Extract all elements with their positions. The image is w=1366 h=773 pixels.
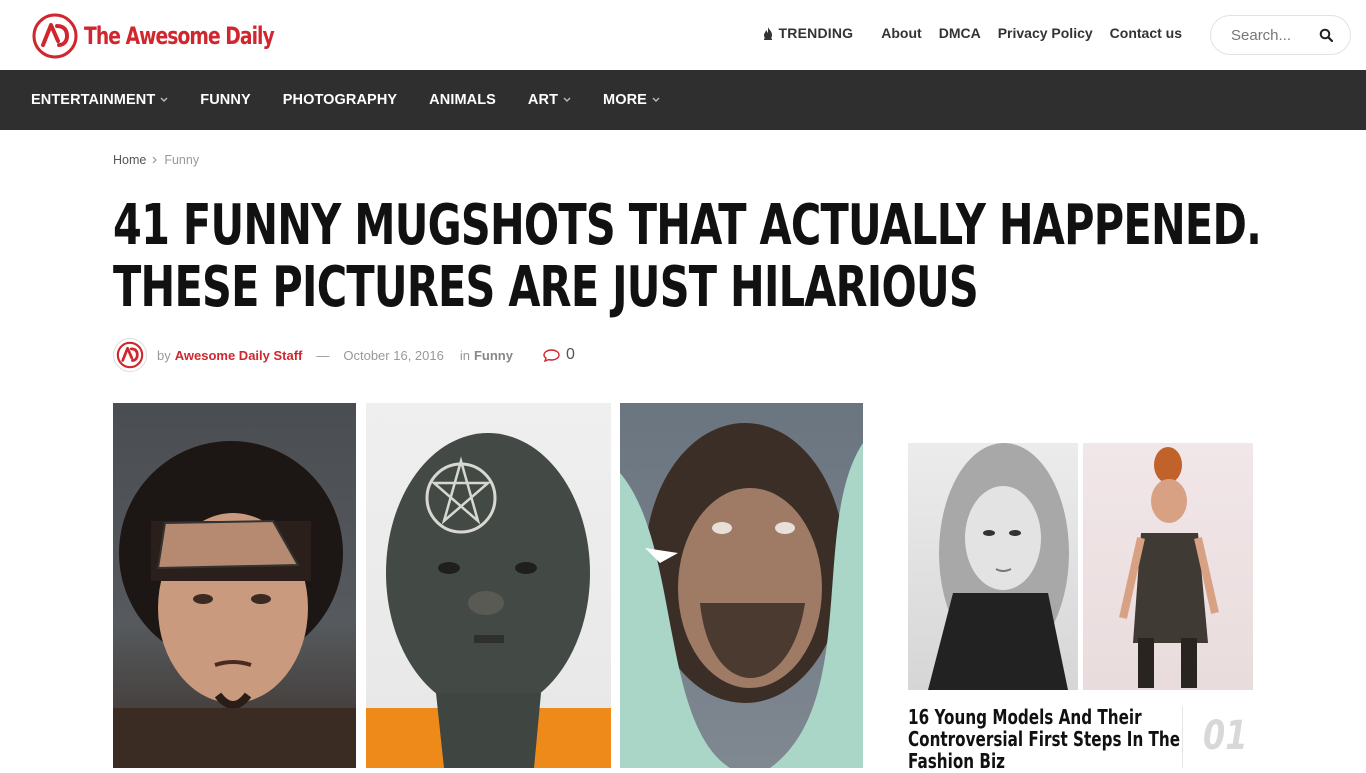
nav-item-entertainment[interactable]: ENTERTAINMENT (31, 92, 168, 108)
comment-icon (543, 348, 560, 362)
nav-item-label: PHOTOGRAPHY (282, 92, 398, 108)
chevron-right-icon (152, 156, 158, 164)
publish-date[interactable]: October 16, 2016 (343, 348, 443, 363)
contact-link[interactable]: Contact us (1110, 25, 1182, 41)
about-link[interactable]: About (881, 25, 921, 41)
nav-item-label: ANIMALS (429, 92, 496, 108)
mugshot-bearded-man-image (620, 423, 863, 768)
dmca-link[interactable]: DMCA (939, 25, 981, 41)
trending-link[interactable]: TRENDING (763, 25, 854, 41)
privacy-policy-link[interactable]: Privacy Policy (998, 25, 1093, 41)
logo-text: The Awesome Daily (84, 22, 275, 50)
comments-link[interactable]: 0 (543, 346, 575, 364)
nav-item-label: MORE (603, 92, 647, 108)
chevron-down-icon (563, 97, 571, 102)
by-label: by (157, 347, 171, 363)
nav-item-funny[interactable]: FUNNY (200, 92, 250, 108)
nav-item-label: FUNNY (200, 92, 251, 108)
breadcrumb-home[interactable]: Home (113, 153, 146, 167)
mugshot-tattooed-face-image (366, 433, 611, 768)
site-logo[interactable]: The Awesome Daily (32, 13, 327, 59)
nav-item-animals[interactable]: ANIMALS (429, 92, 496, 108)
logo-icon (116, 341, 144, 369)
article-title-line-2: THESE PICTURES ARE JUST HILARIOUS (113, 255, 979, 320)
sidebar-post-title[interactable]: 16 Young Models And Their Controversial … (908, 705, 1181, 773)
nav-item-label: ENTERTAINMENT (31, 92, 156, 108)
author-link[interactable]: Awesome Daily Staff (175, 348, 303, 363)
flame-icon (763, 26, 772, 40)
sidebar-post-rank: 01 (1203, 713, 1248, 759)
featured-photo-3[interactable] (620, 403, 863, 768)
chevron-down-icon (160, 97, 168, 102)
article-meta: by Awesome Daily Staff — October 16, 201… (113, 338, 575, 372)
category-link[interactable]: Funny (474, 348, 513, 363)
in-label: in (459, 347, 470, 363)
sidebar-divider (1182, 706, 1183, 768)
sidebar-post-title-line-3: Fashion Biz (908, 749, 1006, 773)
breadcrumb-current[interactable]: Funny (164, 153, 199, 167)
mugshot-man-shaved-hairline-image (113, 441, 356, 768)
trending-label: TRENDING (778, 25, 854, 41)
runway-model-image (1119, 447, 1219, 688)
author-avatar[interactable] (113, 338, 147, 372)
logo-icon (32, 13, 78, 59)
breadcrumb: Home Funny (113, 153, 199, 167)
sidebar-post-title-line-2: Controversial First Steps In The (908, 727, 1181, 751)
nav-item-more[interactable]: MORE (603, 92, 660, 108)
nav-item-photography[interactable]: PHOTOGRAPHY (283, 92, 397, 108)
nav-item-label: ART (527, 92, 559, 108)
article-title-line-1: 41 FUNNY MUGSHOTS THAT ACTUALLY HAPPENED… (113, 193, 1262, 258)
featured-photo-2[interactable] (366, 403, 611, 768)
sidebar-post-title-line-1: 16 Young Models And Their (908, 705, 1142, 729)
main-navigation: ENTERTAINMENT FUNNY PHOTOGRAPHY ANIMALS … (0, 70, 1366, 130)
comments-count: 0 (565, 346, 575, 363)
top-navigation: TRENDING About DMCA Privacy Policy Conta… (763, 25, 1182, 41)
nav-item-art[interactable]: ART (528, 92, 571, 108)
search-box (1210, 15, 1351, 55)
sidebar-post-image-1[interactable] (908, 443, 1078, 690)
chevron-down-icon (652, 97, 660, 102)
article-title: 41 FUNNY MUGSHOTS THAT ACTUALLY HAPPENED… (113, 193, 1262, 320)
search-input[interactable] (1231, 26, 1331, 44)
model-portrait-image (928, 443, 1069, 690)
site-header: The Awesome Daily TRENDING About DMCA Pr… (0, 0, 1366, 70)
meta-separator: — (316, 347, 330, 363)
sidebar-post-image-2[interactable] (1083, 443, 1253, 690)
search-icon[interactable] (1319, 28, 1333, 42)
featured-photo-1[interactable] (113, 403, 356, 768)
